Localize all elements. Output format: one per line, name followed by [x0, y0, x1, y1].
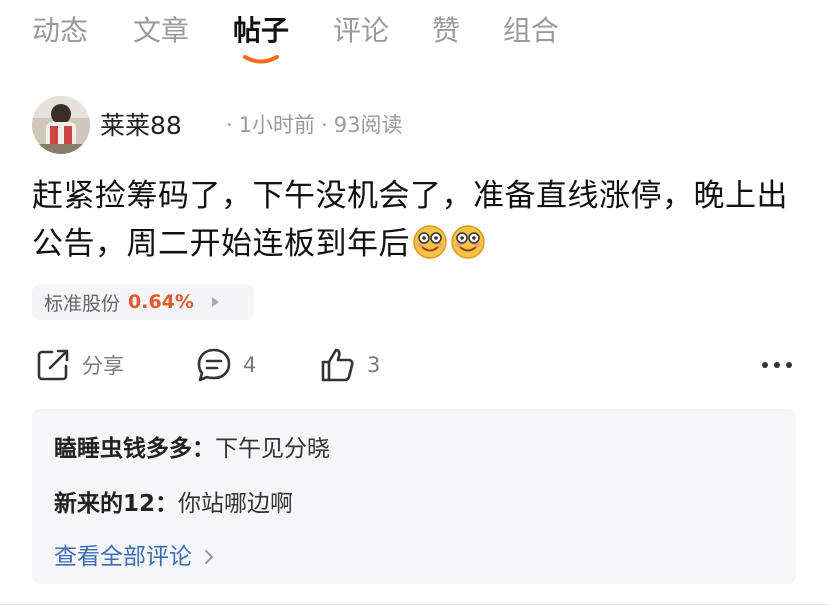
post-author-row: 莱莱88 · 1小时前 · 93阅读: [32, 96, 812, 154]
post-actions: 分享 4 3: [32, 346, 802, 390]
tab-dynamics[interactable]: 动态: [32, 12, 88, 50]
tab-posts[interactable]: 帖子: [233, 12, 289, 50]
view-all-comments-link[interactable]: 查看全部评论: [54, 537, 215, 571]
author-name[interactable]: 莱莱88: [100, 106, 182, 142]
tab-likes[interactable]: 赞: [432, 12, 460, 50]
comment-text: 你站哪边啊: [178, 491, 294, 517]
more-icon: [762, 362, 792, 368]
share-label: 分享: [82, 354, 124, 378]
divider: [0, 604, 828, 605]
chevron-right-icon: [211, 297, 219, 307]
tab-articles[interactable]: 文章: [133, 12, 189, 50]
tab-comments[interactable]: 评论: [333, 12, 389, 50]
smiling-glasses-emoji-icon: [413, 225, 447, 259]
post-meta: · 1小时前 · 93阅读: [226, 113, 403, 137]
comment-separator: ：: [155, 491, 179, 517]
stock-change: 0.64%: [128, 291, 194, 313]
stock-name: 标准股份: [44, 292, 121, 315]
comment-separator: ：: [192, 436, 215, 462]
post-content[interactable]: 赶紧捡筹码了，下午没机会了，准备直线涨停，晚上出公告，周二开始连板到年后: [32, 172, 802, 268]
share-icon: [37, 349, 69, 381]
view-all-label: 查看全部评论: [54, 544, 192, 570]
comment-text: 下午见分晓: [215, 436, 330, 462]
post-time: 1小时前: [238, 113, 316, 137]
more-options-button[interactable]: [760, 356, 794, 375]
like-button[interactable]: 3: [319, 346, 380, 384]
post-reads: 93阅读: [333, 113, 403, 137]
chevron-right-icon: [205, 550, 214, 564]
like-count: 3: [367, 353, 381, 377]
post-text: 赶紧捡筹码了，下午没机会了，准备直线涨停，晚上出公告，周二开始连板到年后: [32, 178, 788, 262]
comment-button[interactable]: 4: [195, 346, 256, 384]
stock-tag[interactable]: 标准股份 0.64%: [32, 284, 254, 320]
comment-item[interactable]: 新来的12：你站哪边啊: [54, 484, 293, 518]
comment-author[interactable]: 瞌睡虫钱多多: [54, 436, 192, 462]
profile-tabs: 动态 文章 帖子 评论 赞 组合: [0, 0, 828, 80]
thumbs-up-icon: [321, 348, 354, 382]
avatar[interactable]: [32, 96, 90, 154]
comment-item[interactable]: 瞌睡虫钱多多：下午见分晓: [54, 429, 330, 463]
comments-preview: 瞌睡虫钱多多：下午见分晓 新来的12：你站哪边啊 查看全部评论: [32, 409, 796, 584]
tab-portfolio[interactable]: 组合: [503, 12, 559, 50]
comment-author[interactable]: 新来的12: [54, 491, 155, 517]
smiling-glasses-emoji-icon: [451, 225, 485, 259]
active-tab-indicator: [243, 55, 279, 64]
share-button[interactable]: 分享: [34, 346, 124, 384]
comment-count: 4: [243, 353, 257, 377]
comment-icon: [197, 348, 231, 382]
